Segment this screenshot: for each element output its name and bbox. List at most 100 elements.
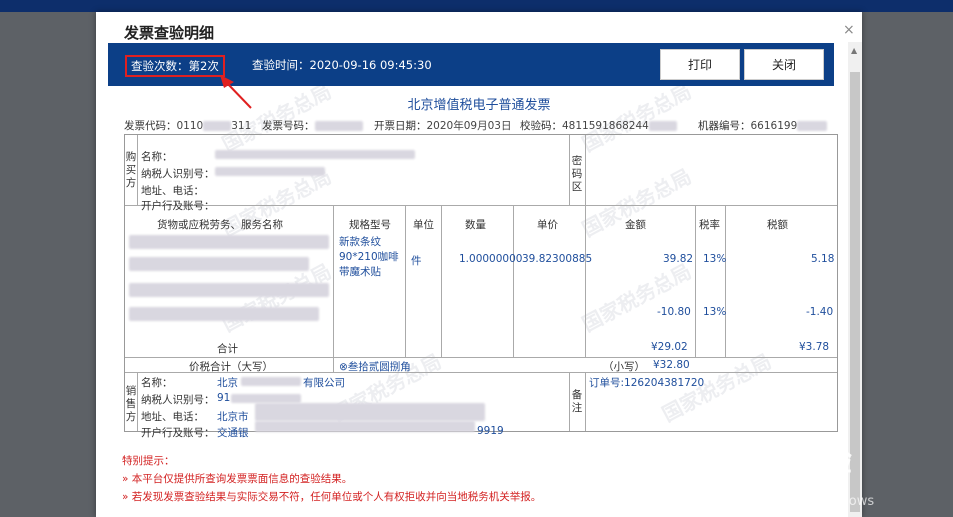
item-rate: 13%: [703, 306, 727, 318]
redacted-mask: [241, 377, 301, 386]
item-tax: -1.40: [806, 306, 834, 318]
check-code-label: 校验码：: [520, 120, 562, 132]
divider: [441, 205, 442, 357]
backdrop-left: [0, 12, 96, 517]
divider: [333, 205, 334, 357]
notice-title: 特别提示：: [122, 455, 175, 467]
invoice-table: 购买方 名称： 纳税人识别号： 地址、电话： 开户行及账号： 密码区 货物或应税…: [124, 134, 838, 439]
seller-bank-label: 开户行及账号：: [141, 427, 215, 439]
divider: [585, 135, 586, 205]
header-rate: 税率: [699, 219, 720, 231]
item-unit: 件: [411, 255, 422, 267]
item-amount: 39.82: [663, 253, 694, 265]
invoice-code-label: 发票代码：: [124, 120, 177, 132]
order-number: 订单号:126204381720: [589, 377, 705, 389]
redacted-mask: [203, 121, 232, 131]
scroll-up-arrow-icon[interactable]: ▲: [851, 46, 857, 55]
remark-label: 备注: [571, 389, 583, 414]
header-amount: 金额: [625, 219, 646, 231]
total-label: 价税合计（大写）: [189, 361, 273, 373]
seller-name-suffix: 有限公司: [303, 377, 345, 389]
redacted-mask: [255, 421, 475, 432]
header-price: 单价: [537, 219, 558, 231]
baidu-watermark-url: jingyan.baidu.com: [733, 472, 844, 486]
header-qty: 数量: [465, 219, 486, 231]
seller-name-prefix: 北京: [217, 377, 238, 389]
buyer-address-label: 地址、电话：: [141, 185, 204, 197]
seller-name-label: 名称：: [141, 377, 173, 389]
seller-side-label: 销售方: [125, 385, 137, 423]
divider: [513, 205, 514, 357]
divider: [569, 372, 570, 431]
redacted-mask: [314, 121, 363, 131]
buyer-tax-label: 纳税人识别号：: [141, 168, 215, 180]
invoice-meta-row: 发票代码：0110 311: [124, 118, 251, 132]
invoice-number: 发票号码：: [262, 118, 363, 132]
redacted-mask: [215, 150, 415, 159]
invoice-check-code: 校验码：4811591868244: [520, 118, 677, 132]
invoice-date-label: 开票日期：: [374, 120, 427, 132]
divider: [695, 205, 696, 357]
seller-tax-prefix: 91: [217, 392, 231, 404]
item-qty: 1.00000000: [459, 253, 523, 265]
redacted-mask: [797, 121, 828, 131]
backdrop-right: [862, 12, 953, 517]
total-small-label: （小写）: [603, 361, 645, 373]
buyer-side-label: 购买方: [125, 151, 137, 189]
invoice-machine-no: 机器编号：6616199: [698, 118, 828, 132]
notice-item: » 本平台仅提供所查询发票票面信息的查验结果。: [122, 473, 353, 485]
total-words: ⊗叁拾贰圆捌角: [339, 361, 411, 373]
divider: [405, 205, 406, 357]
seller-tax-label: 纳税人识别号：: [141, 394, 215, 406]
divider: [333, 357, 334, 372]
header-spec: 规格型号: [349, 219, 391, 231]
invoice-code-suffix: 311: [231, 120, 252, 132]
subtotal-label: 合计: [217, 343, 238, 355]
divider: [585, 205, 586, 357]
subtotal-amount: ¥29.02: [651, 341, 688, 353]
item-price: 39.82300885: [522, 253, 593, 265]
invoice-code-prefix: 0110: [176, 120, 204, 132]
redacted-mask: [255, 403, 485, 421]
redacted-mask: [129, 307, 319, 321]
machine-no-value: 6616199: [750, 120, 798, 132]
total-small-value: ¥32.80: [653, 359, 690, 371]
invoice-date: 开票日期：2020年09月03日: [374, 118, 511, 132]
divider: [125, 205, 837, 206]
header-tax: 税额: [767, 219, 788, 231]
redacted-mask: [129, 283, 329, 297]
divider: [137, 372, 138, 431]
seller-bank-suffix: 9919: [477, 425, 504, 437]
divider: [725, 205, 726, 357]
divider: [125, 357, 837, 358]
redacted-mask: [129, 257, 309, 271]
machine-no-label: 机器编号：: [698, 120, 751, 132]
activate-windows-text: 激活 Windows: [786, 494, 875, 509]
redacted-mask: [215, 167, 325, 176]
item-rate: 13%: [703, 253, 727, 265]
header-unit: 单位: [413, 219, 434, 231]
subtotal-tax: ¥3.78: [799, 341, 830, 353]
notice-item: » 若发现发票查验结果与实际交易不符，任何单位或个人有权拒收并向当地税务机关举报…: [122, 491, 542, 503]
annotation-arrow-icon: [220, 75, 252, 109]
seller-address-prefix: 北京市: [217, 411, 249, 423]
buyer-bank-label: 开户行及账号：: [141, 200, 215, 212]
divider: [569, 135, 570, 205]
redacted-mask: [129, 235, 329, 249]
header-goods: 货物或应税劳务、服务名称: [157, 219, 283, 231]
seller-bank-prefix: 交通银: [217, 427, 249, 439]
check-code-value: 4811591868244: [562, 120, 649, 132]
invoice-number-label: 发票号码：: [262, 120, 315, 132]
seller-address-label: 地址、电话：: [141, 411, 204, 423]
redacted-mask: [648, 121, 677, 131]
page-header-strip: [0, 0, 953, 12]
redacted-mask: [231, 394, 301, 403]
invoice-title: 北京增值税电子普通发票: [407, 98, 551, 113]
item-spec: 新款条纹90*210咖啡带魔术贴: [339, 236, 399, 278]
invoice-date-value: 2020年09月03日: [426, 120, 512, 132]
item-tax: 5.18: [811, 253, 835, 265]
item-amount: -10.80: [657, 306, 691, 318]
divider: [137, 135, 138, 205]
password-area-label: 密码区: [571, 155, 583, 193]
divider: [585, 372, 586, 431]
